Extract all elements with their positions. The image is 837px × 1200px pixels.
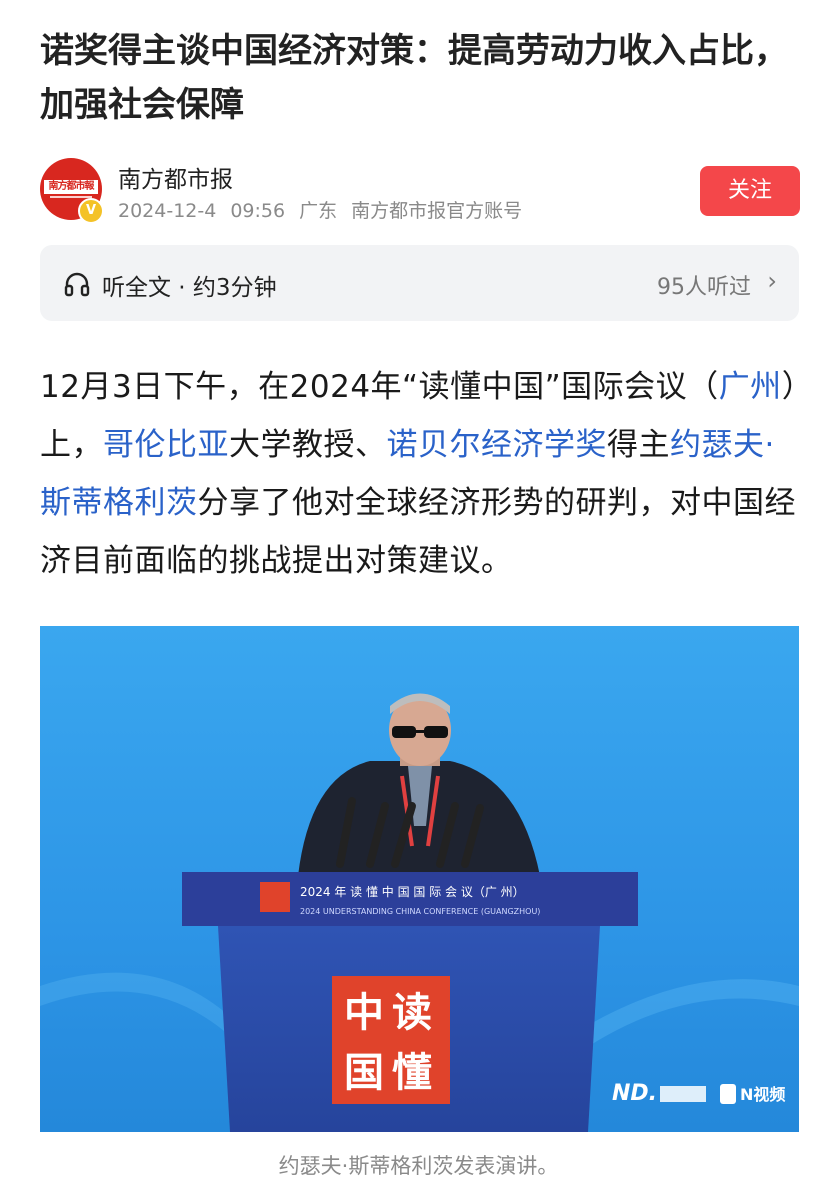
watermark-brand-block (660, 1086, 706, 1102)
link-guangzhou[interactable]: 广州 (719, 369, 782, 405)
avatar-logo-text: 南方都市報 (44, 180, 98, 194)
publish-location: 广东 (299, 200, 338, 222)
chevron-right-icon: › (767, 267, 777, 295)
author-name[interactable]: 南方都市报 (118, 160, 233, 194)
banner-logo (260, 882, 290, 912)
listener-count: 95人听过 (657, 275, 751, 300)
link-columbia[interactable]: 哥伦比亚 (103, 427, 229, 463)
banner-title-en: 2024 UNDERSTANDING CHINA CONFERENCE (GUA… (300, 907, 540, 916)
avatar-logo-line (50, 196, 92, 198)
text-segment: 得主 (607, 427, 670, 463)
logo-char: 中 (344, 989, 384, 1036)
background-streak (40, 972, 240, 1036)
logo-char: 读 (392, 989, 432, 1036)
author-meta: 2024-12-4 09:56 广东 南方都市报官方账号 (118, 196, 536, 223)
watermark-nd: ND. (612, 1081, 657, 1106)
text-segment: 大学教授、 (229, 427, 387, 463)
headphone-icon (64, 272, 90, 297)
listen-label: 听全文 · 约3分钟 (102, 275, 277, 301)
author-row: 南方都市報 V 南方都市报 2024-12-4 09:56 广东 南方都市报官方账号 … (40, 158, 800, 224)
link-nobel-economics[interactable]: 诺贝尔经济学奖 (387, 427, 608, 463)
speaker-figure (298, 693, 540, 876)
podium-top (182, 872, 638, 926)
text-segment: 12月3日下午，在2024年“读懂中国”国际会议（ (40, 369, 719, 405)
banner-title-cn: 2024 年 读 懂 中 国 国 际 会 议（广 州） (300, 884, 525, 899)
article-paragraph: 12月3日下午，在2024年“读懂中国”国际会议（广州）上，哥伦比亚大学教授、诺… (40, 358, 805, 590)
watermark-nvideo: N视频 (740, 1085, 785, 1104)
photo-illustration: 2024 年 读 懂 中 国 国 际 会 议（广 州） 2024 UNDERST… (40, 693, 799, 1132)
article-photo[interactable]: 2024 年 读 懂 中 国 国 际 会 议（广 州） 2024 UNDERST… (40, 626, 799, 1132)
publish-date: 2024-12-4 (118, 200, 217, 222)
photo-caption: 约瑟夫·斯蒂格利茨发表演讲。 (278, 1154, 559, 1178)
article-title: 诺奖得主谈中国经济对策：提高劳动力收入占比，加强社会保障 (40, 31, 788, 125)
account-label: 南方都市报官方账号 (351, 200, 523, 222)
logo-char: 国 (344, 1049, 384, 1096)
publish-time: 09:56 (230, 200, 286, 222)
logo-char: 懂 (392, 1049, 432, 1096)
follow-button[interactable]: 关注 (700, 166, 800, 216)
video-icon (720, 1084, 736, 1104)
verified-badge-icon: V (78, 198, 104, 224)
listen-full-text-bar[interactable]: 听全文 · 约3分钟 95人听过 › (40, 245, 799, 321)
